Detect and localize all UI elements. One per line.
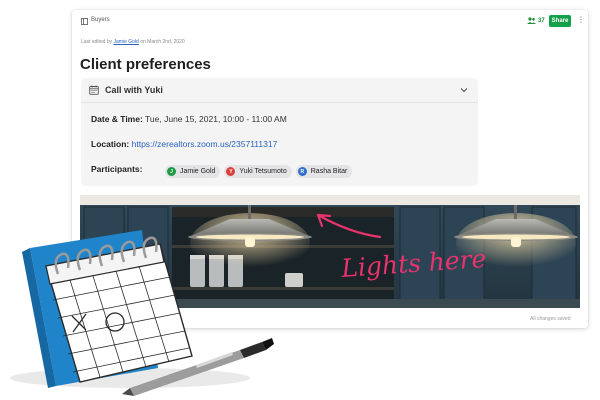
last-edited-info: Last edited by Jamie Gold on March 2nd, …	[81, 39, 185, 45]
members-indicator[interactable]: 37	[527, 17, 545, 24]
location-label: Location:	[91, 139, 130, 149]
participant-chip[interactable]: Y Yuki Tetsumoto	[224, 165, 292, 178]
more-options-icon[interactable]: ⋮	[577, 15, 585, 25]
pen-icon	[122, 338, 274, 396]
date-time-label: Date & Time:	[91, 114, 143, 124]
participant-name: Jamie Gold	[180, 168, 216, 175]
chevron-down-icon[interactable]	[459, 85, 469, 95]
meeting-title: Call with Yuki	[105, 85, 163, 95]
people-icon	[527, 17, 536, 24]
avatar: J	[167, 167, 176, 176]
document-window: Buyers 37 Share ⋮ Last edited by Jamie G…	[72, 10, 588, 328]
date-time-row: Date & Time: Tue, June 15, 2021, 10:00 -…	[91, 114, 287, 124]
participant-chip[interactable]: J Jamie Gold	[165, 165, 221, 178]
last-edited-editor-link[interactable]: Jamie Gold	[114, 39, 139, 45]
meeting-block: Call with Yuki Date & Time: Tue, June 15…	[81, 78, 478, 186]
participants-row: Participants:	[91, 164, 143, 174]
avatar: Y	[226, 167, 236, 176]
participant-chip[interactable]: R Rasha Bitar	[295, 165, 353, 178]
page-title: Client preferences	[80, 56, 211, 73]
location-row: Location: https://zerealtors.zoom.us/235…	[91, 139, 277, 149]
participant-name: Yuki Tetsumoto	[239, 168, 287, 175]
meeting-header[interactable]: Call with Yuki	[81, 78, 478, 103]
date-time-value: Tue, June 15, 2021, 10:00 - 11:00 AM	[145, 114, 287, 124]
participant-name: Rasha Bitar	[310, 168, 348, 175]
participants-list: J Jamie Gold Y Yuki Tetsumoto R Rasha Bi…	[165, 165, 353, 178]
last-edited-suffix: on March 2nd, 2020	[140, 39, 185, 45]
kitchen-photo: Lights here	[80, 195, 580, 308]
share-button[interactable]: Share	[549, 15, 571, 27]
document-icon	[81, 18, 88, 25]
top-bar: Buyers 37 Share ⋮	[72, 10, 588, 34]
calendar-icon	[89, 85, 99, 95]
participants-label: Participants:	[91, 164, 143, 174]
last-edited-prefix: Last edited by	[81, 39, 113, 45]
save-status: All changes saved	[530, 316, 571, 322]
breadcrumb[interactable]: Buyers	[91, 17, 110, 23]
avatar: R	[297, 167, 307, 176]
member-count: 37	[538, 17, 545, 24]
location-link[interactable]: https://zerealtors.zoom.us/2357111317	[132, 139, 278, 149]
